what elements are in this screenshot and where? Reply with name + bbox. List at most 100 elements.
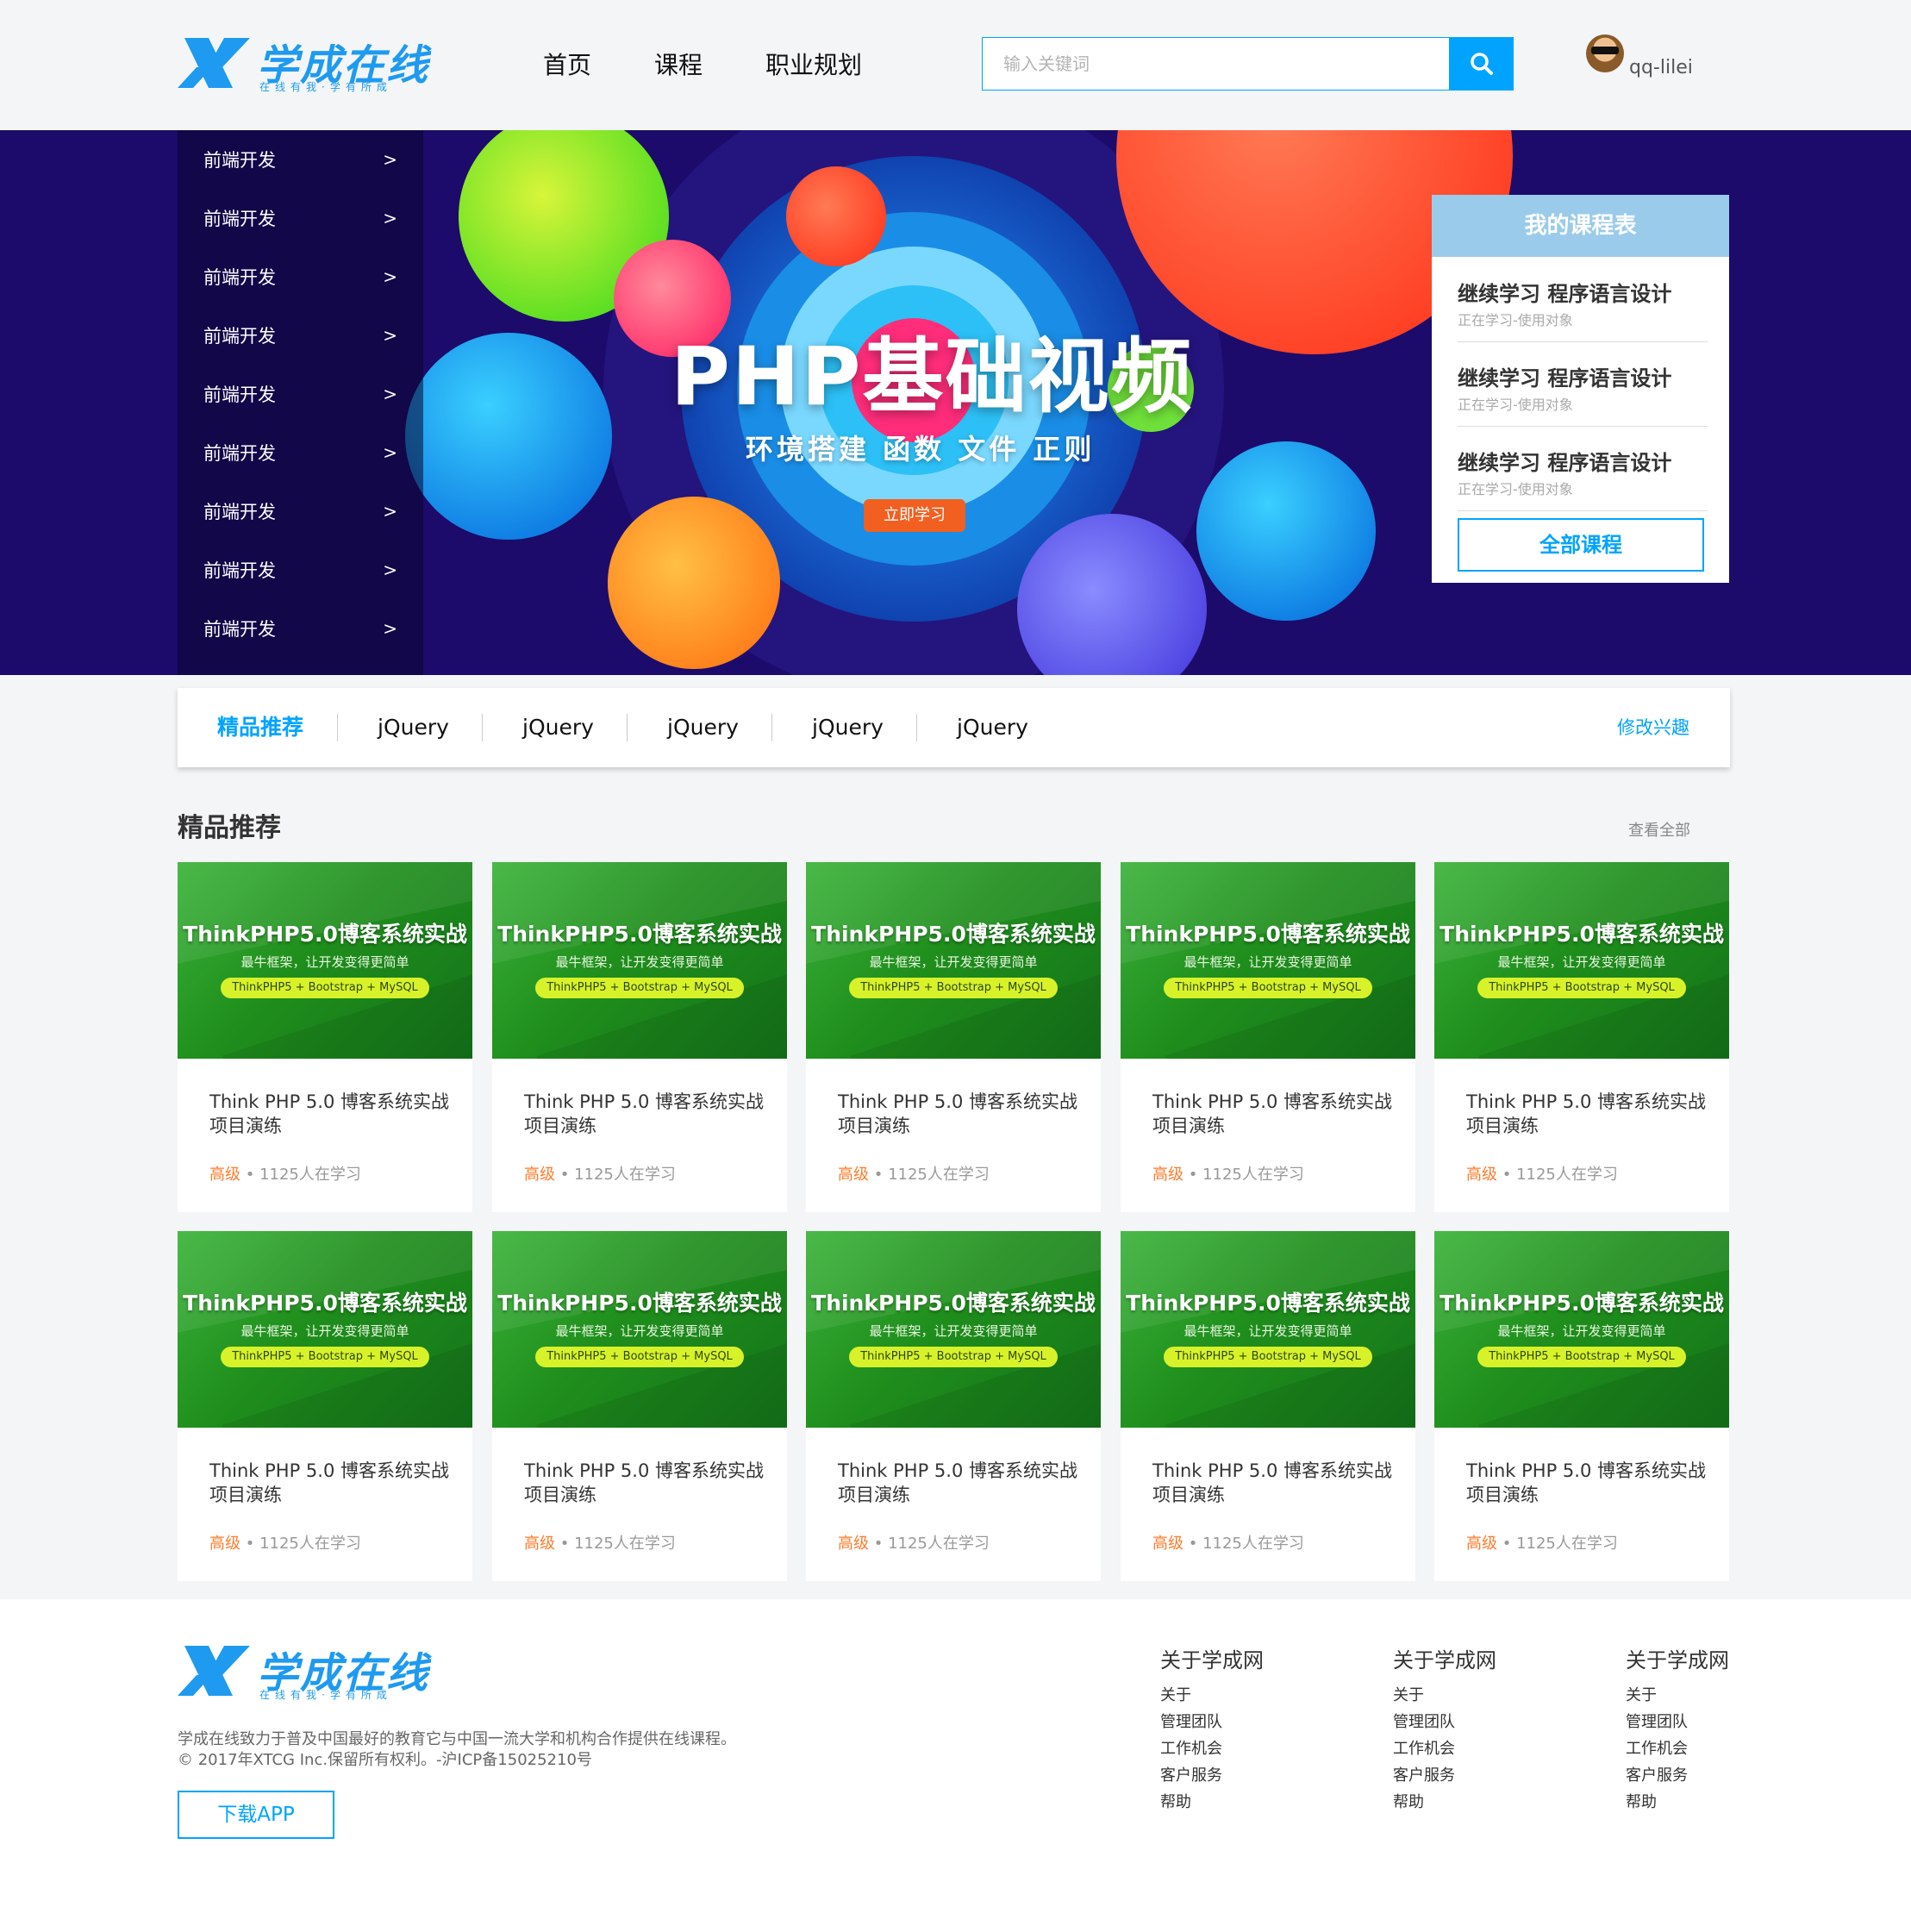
thumbnail-tags: ThinkPHP5 + Bootstrap + MySQL <box>535 978 744 998</box>
course-card[interactable]: ThinkPHP5.0博客系统实战 最牛框架，让开发变得更简单 ThinkPHP… <box>1434 1231 1729 1581</box>
footer-link[interactable]: 管理团队 <box>1160 1709 1264 1735</box>
tab-jquery[interactable]: jQuery <box>667 688 739 767</box>
schedule-item[interactable]: 继续学习 程序语言设计 正在学习-使用对象 <box>1458 446 1708 498</box>
category-label: 前端开发 <box>203 326 276 347</box>
category-item[interactable]: 前端开发 > <box>178 599 423 658</box>
category-item[interactable]: 前端开发 > <box>178 306 423 365</box>
category-item[interactable]: 前端开发 > <box>178 482 423 541</box>
interest-filter-bar: 精品推荐 jQuery jQuery jQuery jQuery jQuery … <box>178 688 1730 767</box>
thumbnail-title: ThinkPHP5.0博客系统实战 <box>811 922 1096 947</box>
footer-link[interactable]: 帮助 <box>1160 1789 1264 1816</box>
search-input[interactable] <box>982 37 1450 91</box>
course-name: Think PHP 5.0 博客系统实战项目演练 <box>209 1460 449 1505</box>
chevron-right-icon: > <box>383 560 397 580</box>
footer-link[interactable]: 工作机会 <box>1160 1735 1264 1762</box>
course-level: 高级 <box>1152 1535 1183 1553</box>
course-card[interactable]: ThinkPHP5.0博客系统实战 最牛框架，让开发变得更简单 ThinkPHP… <box>1434 862 1729 1212</box>
course-card[interactable]: ThinkPHP5.0博客系统实战 最牛框架，让开发变得更简单 ThinkPHP… <box>1121 1231 1415 1581</box>
avatar[interactable] <box>1586 34 1624 72</box>
username[interactable]: qq-lilei <box>1629 57 1693 78</box>
course-name: Think PHP 5.0 博客系统实战项目演练 <box>1152 1460 1392 1505</box>
tab-jquery[interactable]: jQuery <box>378 688 449 767</box>
footer-link[interactable]: 关于 <box>1393 1682 1496 1709</box>
course-meta: 高级 • 1125人在学习 <box>1152 1166 1304 1184</box>
footer-link[interactable]: 工作机会 <box>1393 1735 1496 1762</box>
section-title: 精品推荐 <box>178 813 281 843</box>
course-card[interactable]: ThinkPHP5.0博客系统实战 最牛框架，让开发变得更简单 ThinkPHP… <box>806 862 1101 1212</box>
course-learners: 1125人在学习 <box>888 1166 990 1184</box>
thumbnail-title: ThinkPHP5.0博客系统实战 <box>183 1291 467 1316</box>
category-label: 前端开发 <box>203 502 276 522</box>
category-item[interactable]: 前端开发 > <box>178 365 423 423</box>
footer-link[interactable]: 客户服务 <box>1393 1762 1496 1789</box>
course-thumbnail: ThinkPHP5.0博客系统实战 最牛框架，让开发变得更简单 ThinkPHP… <box>178 1231 472 1428</box>
schedule-item-title: 继续学习 程序语言设计 <box>1458 451 1672 475</box>
thumbnail-subtitle: 最牛框架，让开发变得更简单 <box>869 954 1038 970</box>
footer-link[interactable]: 工作机会 <box>1626 1735 1729 1762</box>
course-meta: 高级 • 1125人在学习 <box>1466 1166 1618 1184</box>
category-menu: 前端开发 > 前端开发 > 前端开发 > 前端开发 > 前端开发 > 前端开发 > 前端开发… <box>178 130 423 675</box>
course-learners: 1125人在学习 <box>1516 1166 1618 1184</box>
thumbnail-subtitle: 最牛框架，让开发变得更简单 <box>1183 954 1352 970</box>
search-button[interactable] <box>1450 37 1514 91</box>
start-learning-button[interactable]: 立即学习 <box>864 499 965 532</box>
category-item[interactable]: 前端开发 > <box>178 541 423 599</box>
chevron-right-icon: > <box>383 149 397 170</box>
tab-featured[interactable]: 精品推荐 <box>217 688 303 767</box>
schedule-item-sub: 正在学习-使用对象 <box>1458 397 1573 413</box>
footer-link[interactable]: 帮助 <box>1393 1789 1496 1816</box>
schedule-item[interactable]: 继续学习 程序语言设计 正在学习-使用对象 <box>1458 277 1708 329</box>
footer-link[interactable]: 帮助 <box>1626 1789 1729 1816</box>
divider <box>1458 341 1708 342</box>
course-card[interactable]: ThinkPHP5.0博客系统实战 最牛框架，让开发变得更简单 ThinkPHP… <box>1121 862 1415 1212</box>
course-meta: 高级 • 1125人在学习 <box>838 1535 990 1553</box>
nav-home[interactable]: 首页 <box>543 47 591 81</box>
view-all-link[interactable]: 查看全部 <box>1628 818 1690 841</box>
category-item[interactable]: 前端开发 > <box>178 130 423 189</box>
category-label: 前端开发 <box>203 443 276 464</box>
thumbnail-title: ThinkPHP5.0博客系统实战 <box>1126 1291 1410 1316</box>
course-name: Think PHP 5.0 博客系统实战项目演练 <box>1466 1460 1706 1505</box>
category-item[interactable]: 前端开发 > <box>178 423 423 482</box>
course-meta: 高级 • 1125人在学习 <box>209 1166 361 1184</box>
course-name: Think PHP 5.0 博客系统实战项目演练 <box>1466 1091 1706 1136</box>
footer-link[interactable]: 管理团队 <box>1393 1709 1496 1735</box>
chevron-right-icon: > <box>383 325 397 346</box>
footer-link[interactable]: 客户服务 <box>1626 1762 1729 1789</box>
chevron-right-icon: > <box>383 442 397 463</box>
footer-link[interactable]: 关于 <box>1626 1682 1729 1709</box>
course-card[interactable]: ThinkPHP5.0博客系统实战 最牛框架，让开发变得更简单 ThinkPHP… <box>492 862 787 1212</box>
edit-interest-link[interactable]: 修改兴趣 <box>1617 688 1689 767</box>
tab-jquery[interactable]: jQuery <box>957 688 1028 767</box>
site-logo[interactable]: 学成在线 在线有我·学有所成 <box>178 34 433 93</box>
footer-link[interactable]: 管理团队 <box>1626 1709 1729 1735</box>
course-level: 高级 <box>838 1166 869 1184</box>
course-card[interactable]: ThinkPHP5.0博客系统实战 最牛框架，让开发变得更简单 ThinkPHP… <box>178 862 472 1212</box>
footer-link[interactable]: 关于 <box>1160 1682 1264 1709</box>
course-thumbnail: ThinkPHP5.0博客系统实战 最牛框架，让开发变得更简单 ThinkPHP… <box>1121 1231 1415 1428</box>
search-icon <box>1471 53 1493 75</box>
course-card[interactable]: ThinkPHP5.0博客系统实战 最牛框架，让开发变得更简单 ThinkPHP… <box>806 1231 1101 1581</box>
nav-career[interactable]: 职业规划 <box>765 47 862 81</box>
logo-tagline: 在线有我·学有所成 <box>259 1689 392 1701</box>
footer-link[interactable]: 客户服务 <box>1160 1762 1264 1789</box>
category-label: 前端开发 <box>203 619 276 640</box>
thumbnail-subtitle: 最牛框架，让开发变得更简单 <box>555 1323 724 1339</box>
thumbnail-subtitle: 最牛框架，让开发变得更简单 <box>1183 1323 1352 1339</box>
course-card[interactable]: ThinkPHP5.0博客系统实战 最牛框架，让开发变得更简单 ThinkPHP… <box>178 1231 472 1581</box>
nav-courses[interactable]: 课程 <box>654 47 703 81</box>
tab-jquery[interactable]: jQuery <box>812 688 884 767</box>
schedule-item[interactable]: 继续学习 程序语言设计 正在学习-使用对象 <box>1458 361 1708 414</box>
all-courses-button[interactable]: 全部课程 <box>1458 518 1704 572</box>
course-thumbnail: ThinkPHP5.0博客系统实战 最牛框架，让开发变得更简单 ThinkPHP… <box>806 1231 1101 1428</box>
category-item[interactable]: 前端开发 > <box>178 189 423 247</box>
download-app-button[interactable]: 下载APP <box>178 1791 334 1839</box>
course-meta: 高级 • 1125人在学习 <box>524 1166 676 1184</box>
divider <box>627 714 628 741</box>
divider <box>1458 426 1708 427</box>
footer-logo[interactable]: 学成在线 在线有我·学有所成 <box>178 1642 433 1701</box>
course-card[interactable]: ThinkPHP5.0博客系统实战 最牛框架，让开发变得更简单 ThinkPHP… <box>492 1231 787 1581</box>
tab-jquery[interactable]: jQuery <box>522 688 594 767</box>
chevron-right-icon: > <box>383 618 397 639</box>
category-item[interactable]: 前端开发 > <box>178 247 423 306</box>
